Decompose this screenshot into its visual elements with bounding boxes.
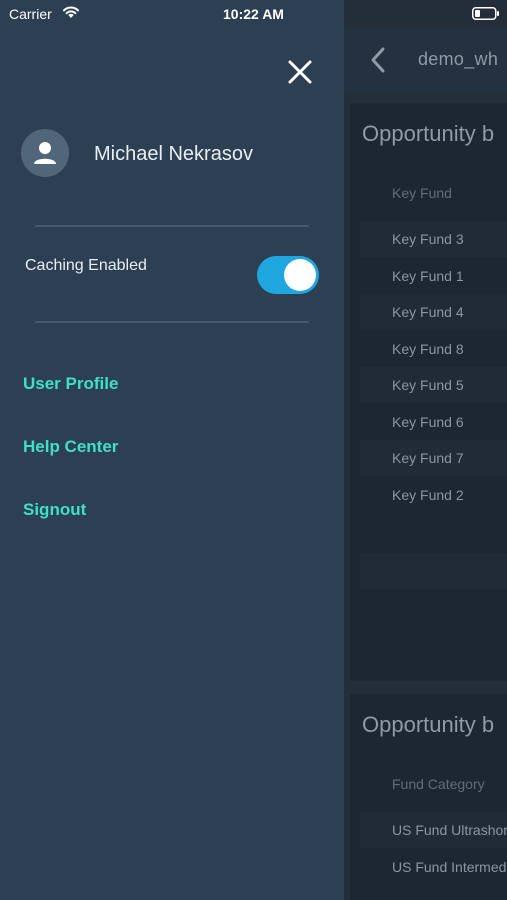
row-label: Key Fund 5 bbox=[392, 377, 464, 393]
user-name: Michael Nekrasov bbox=[94, 143, 253, 165]
person-icon bbox=[34, 142, 56, 164]
opportunity-card-key-fund: Opportunity b Key Fund Key Fund 3 Key Fu… bbox=[350, 103, 507, 681]
column-header: Fund Category bbox=[392, 776, 485, 792]
table-row[interactable]: US Fund Ultrashor bbox=[360, 812, 507, 848]
table-row[interactable]: Key Fund 2 bbox=[360, 477, 507, 513]
card-title: Opportunity b bbox=[362, 712, 495, 737]
row-label: Key Fund 8 bbox=[392, 341, 464, 357]
divider bbox=[35, 225, 309, 227]
close-icon[interactable] bbox=[286, 58, 314, 86]
table-row[interactable]: Key Fund 4 bbox=[360, 294, 507, 330]
row-label: Key Fund 2 bbox=[392, 487, 464, 503]
table-row[interactable]: Key Fund 5 bbox=[360, 367, 507, 403]
row-label: US Fund Intermed bbox=[392, 859, 507, 875]
table-row[interactable]: Key Fund 1 bbox=[360, 258, 507, 294]
row-label: Key Fund 7 bbox=[392, 450, 464, 466]
status-bar: Carrier 10:22 AM bbox=[0, 0, 507, 27]
app-root: demo_wh Opportunity b Key Fund Key Fund … bbox=[0, 0, 507, 900]
row-label: Key Fund 3 bbox=[392, 231, 464, 247]
column-header: Key Fund bbox=[392, 185, 452, 201]
status-time: 10:22 AM bbox=[223, 6, 284, 22]
divider bbox=[35, 321, 309, 323]
row-label: US Fund Ultrashor bbox=[392, 822, 507, 838]
back-chevron-icon[interactable] bbox=[366, 46, 390, 74]
table-row[interactable]: Key Fund 7 bbox=[360, 440, 507, 476]
avatar[interactable] bbox=[21, 129, 69, 177]
opportunity-card-fund-category: Opportunity b Fund Category US Fund Ultr… bbox=[350, 694, 507, 900]
card-title: Opportunity b bbox=[362, 121, 495, 146]
toggle-knob bbox=[284, 259, 316, 291]
table-row[interactable]: Key Fund 3 bbox=[360, 221, 507, 257]
row-label: Key Fund 4 bbox=[392, 304, 464, 320]
row-label: Key Fund 1 bbox=[392, 268, 464, 284]
background-screen-title: demo_wh bbox=[418, 49, 499, 69]
side-drawer: Michael Nekrasov Caching Enabled User Pr… bbox=[0, 0, 344, 900]
table-row[interactable]: US Fund Intermed bbox=[360, 849, 507, 885]
table-row[interactable]: Key Fund 6 bbox=[360, 404, 507, 440]
table-row[interactable]: Key Fund 8 bbox=[360, 331, 507, 367]
user-profile-link[interactable]: User Profile bbox=[23, 374, 118, 394]
row-label: Key Fund 6 bbox=[392, 414, 464, 430]
battery-icon bbox=[472, 7, 499, 20]
signout-link[interactable]: Signout bbox=[23, 500, 86, 520]
help-center-link[interactable]: Help Center bbox=[23, 437, 118, 457]
table-empty-row bbox=[360, 553, 507, 589]
caching-toggle[interactable] bbox=[257, 256, 319, 294]
caching-label: Caching Enabled bbox=[25, 257, 147, 274]
